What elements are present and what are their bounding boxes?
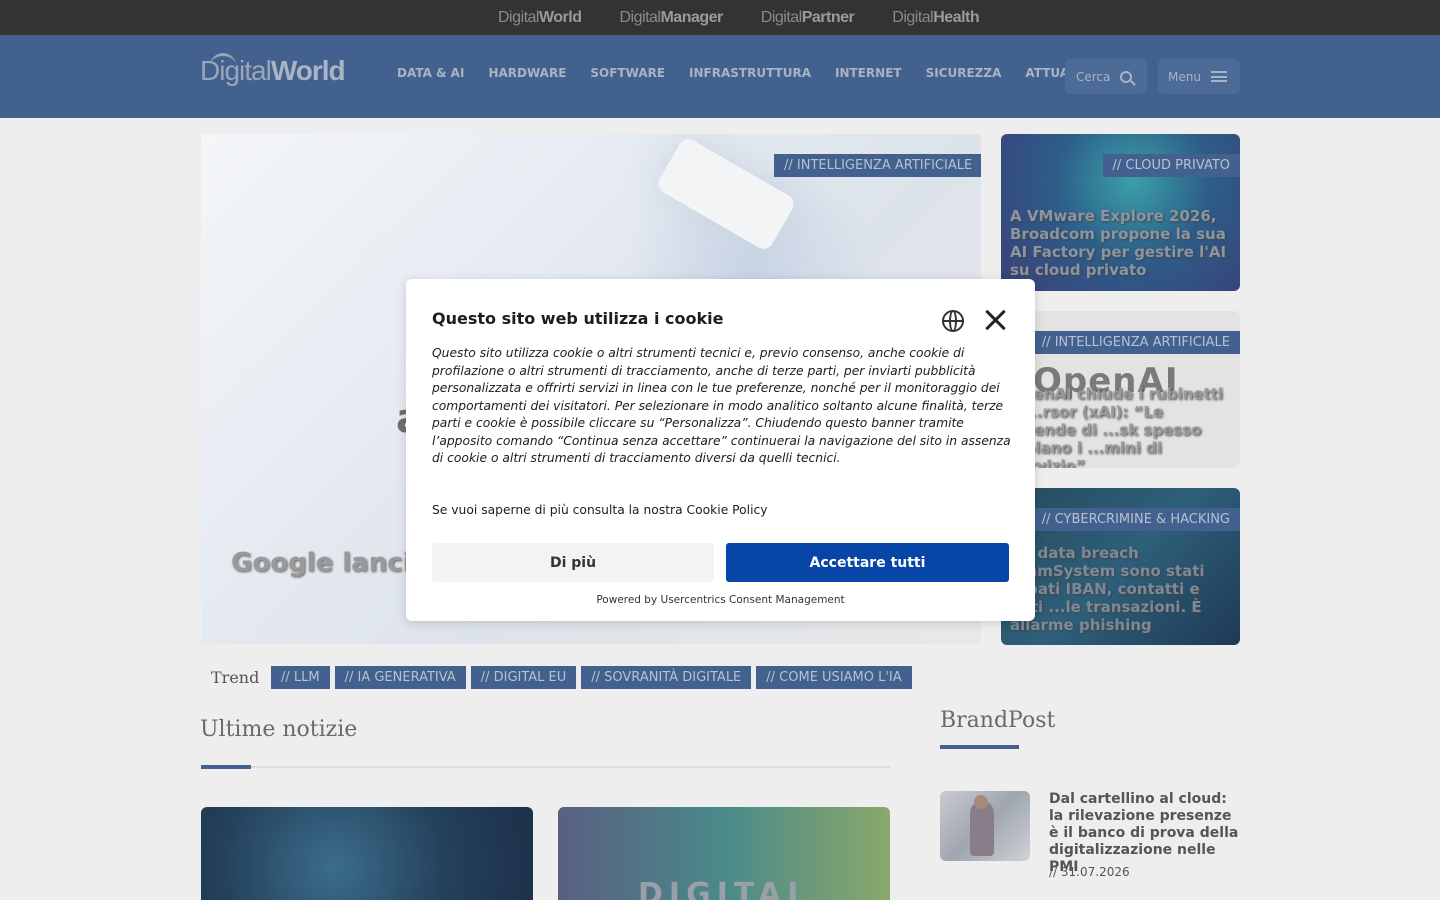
close-icon[interactable] (984, 309, 1006, 331)
cookie-policy-text[interactable]: Se vuoi saperne di più consulta la nostr… (432, 503, 768, 517)
language-globe-icon[interactable] (942, 310, 964, 332)
cookie-dialog-title: Questo sito web utilizza i cookie (432, 309, 724, 328)
cookie-dialog-body: Questo sito utilizza cookie o altri stru… (432, 346, 1011, 465)
accept-all-button[interactable]: Accettare tutti (726, 543, 1009, 582)
cookie-dialog: Questo sito web utilizza i cookie Questo… (406, 279, 1035, 621)
powered-by-text: Powered by Usercentrics Consent Manageme… (596, 594, 845, 606)
more-button[interactable]: Di più (432, 543, 714, 582)
